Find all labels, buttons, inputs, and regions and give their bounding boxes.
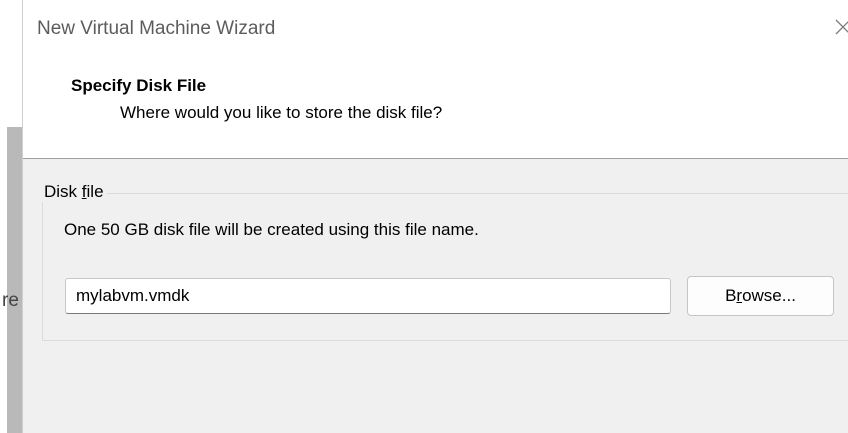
new-vm-wizard-dialog: New Virtual Machine Wizard Specify Disk … (22, 0, 848, 433)
legend-text-start: Disk (44, 182, 82, 201)
background-text-fragment: re (2, 290, 19, 311)
disk-file-groupbox (42, 193, 848, 341)
disk-file-name-input[interactable] (65, 278, 671, 314)
background-scroll-strip (7, 127, 22, 433)
legend-text-end: ile (86, 182, 104, 201)
browse-text-start: B (725, 286, 737, 305)
title-bar: New Virtual Machine Wizard (23, 0, 848, 60)
disk-file-group-label: Disk file (41, 182, 107, 202)
page-title: Specify Disk File (71, 76, 207, 95)
wizard-header: Specify Disk File Where would you like t… (23, 60, 848, 159)
disk-file-description: One 50 GB disk file will be created usin… (64, 220, 479, 239)
background-window: re (0, 0, 22, 433)
page-subtitle: Where would you like to store the disk f… (120, 103, 443, 122)
window-title: New Virtual Machine Wizard (37, 18, 276, 39)
close-icon[interactable] (833, 17, 848, 37)
browse-button[interactable]: Browse... (687, 276, 834, 316)
browse-text-end: owse... (742, 286, 796, 305)
screen: re New Virtual Machine Wizard Specify Di… (0, 0, 848, 433)
